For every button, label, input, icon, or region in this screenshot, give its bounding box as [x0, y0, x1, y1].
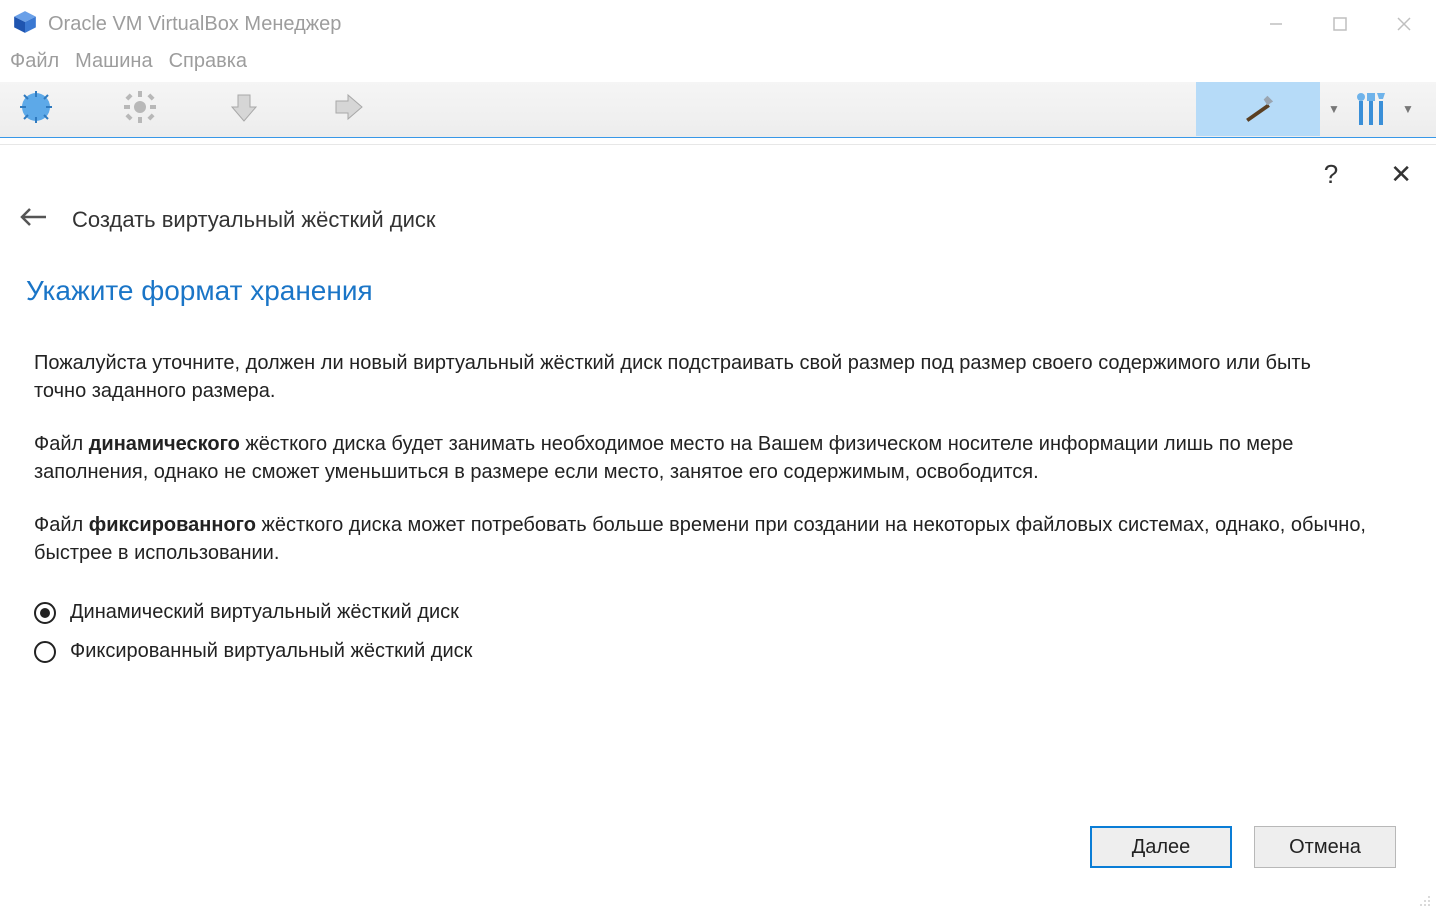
breadcrumb: Создать виртуальный жёсткий диск — [0, 207, 1436, 233]
radio-fixed[interactable]: Фиксированный виртуальный жёсткий диск — [34, 640, 1436, 663]
wizard-body-text: Пожалуйста уточните, должен ли новый вир… — [0, 307, 1436, 591]
titlebar: Oracle VM VirtualBox Менеджер — [0, 0, 1436, 48]
paragraph-dynamic: Файл динамического жёсткого диска будет … — [34, 430, 1368, 487]
start-icon[interactable] — [330, 89, 366, 130]
minimize-button[interactable] — [1244, 0, 1308, 48]
dialog-close-button[interactable]: ✕ — [1390, 159, 1412, 190]
wizard-footer: Далее Отмена — [1090, 826, 1396, 868]
back-arrow-icon[interactable] — [20, 207, 48, 233]
wizard-dialog: ? ✕ Создать виртуальный жёсткий диск Ука… — [0, 144, 1436, 912]
menubar: Файл Машина Справка — [0, 48, 1436, 82]
menu-help[interactable]: Справка — [169, 50, 247, 80]
toolbar: ▼ ▼ — [0, 82, 1436, 138]
breadcrumb-title: Создать виртуальный жёсткий диск — [72, 207, 436, 233]
dialog-header-controls: ? ✕ — [0, 145, 1436, 203]
paragraph-intro: Пожалуйста уточните, должен ли новый вир… — [34, 349, 1368, 406]
radio-fixed-label: Фиксированный виртуальный жёсткий диск — [70, 640, 472, 663]
step-title: Укажите формат хранения — [0, 233, 1436, 307]
discard-icon[interactable] — [226, 89, 262, 130]
radio-dynamic-label: Динамический виртуальный жёсткий диск — [70, 601, 459, 624]
tools-button[interactable] — [1196, 82, 1320, 136]
window-title: Oracle VM VirtualBox Менеджер — [48, 13, 1244, 36]
tools-dropdown-2[interactable]: ▼ — [1394, 102, 1422, 116]
radio-icon-selected — [34, 602, 56, 624]
dialog-help-button[interactable]: ? — [1324, 159, 1338, 190]
paragraph-fixed: Файл фиксированного жёсткого диска может… — [34, 511, 1368, 568]
window-controls — [1244, 0, 1436, 48]
cancel-button[interactable]: Отмена — [1254, 826, 1396, 868]
maximize-button[interactable] — [1308, 0, 1372, 48]
tools-icon[interactable] — [1348, 91, 1394, 127]
settings-icon[interactable] — [122, 89, 158, 130]
close-button[interactable] — [1372, 0, 1436, 48]
radio-dynamic[interactable]: Динамический виртуальный жёсткий диск — [34, 601, 1436, 624]
resize-grip-icon[interactable] — [1418, 894, 1432, 908]
storage-type-radio-group: Динамический виртуальный жёсткий диск Фи… — [0, 591, 1436, 679]
menu-file[interactable]: Файл — [10, 50, 59, 80]
radio-icon-unselected — [34, 641, 56, 663]
virtualbox-icon — [12, 9, 38, 40]
next-button[interactable]: Далее — [1090, 826, 1232, 868]
tools-dropdown[interactable]: ▼ — [1320, 102, 1348, 116]
menu-machine[interactable]: Машина — [75, 50, 152, 80]
new-icon[interactable] — [18, 89, 54, 130]
